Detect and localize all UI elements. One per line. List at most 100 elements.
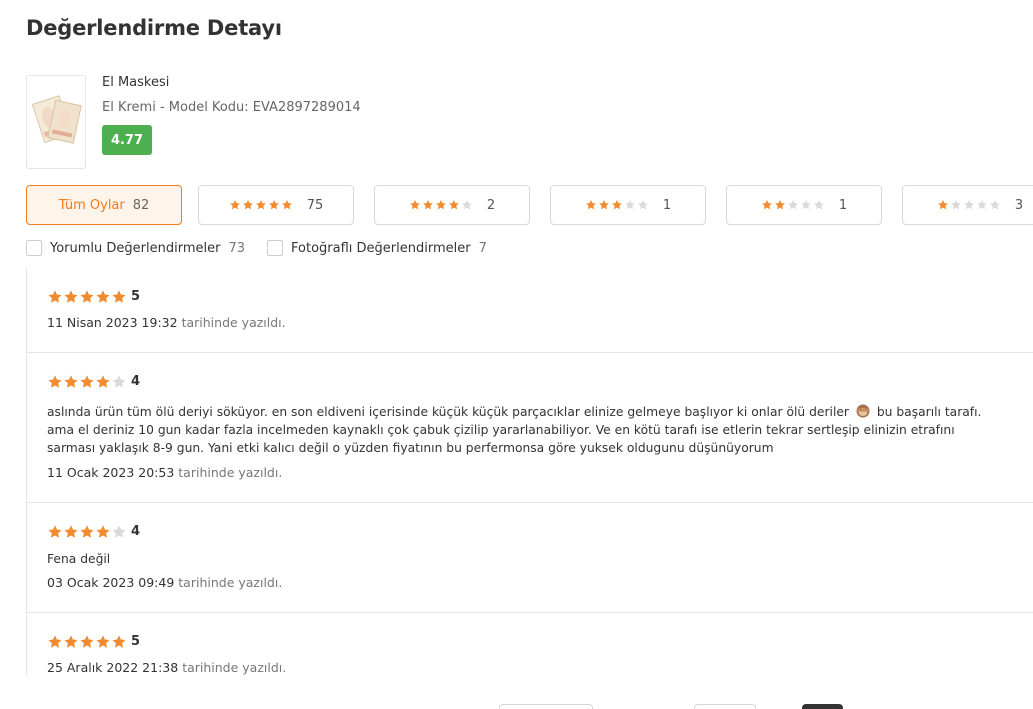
star-filled-icon	[80, 525, 94, 538]
photos-count: 7	[478, 240, 487, 256]
filter-1-star[interactable]: 3	[902, 185, 1033, 225]
star-filled-icon	[585, 200, 596, 210]
filter-with-comments[interactable]: Yorumlu Değerlendirmeler 73	[26, 240, 245, 256]
review-date: 11 Ocak 2023 20:53 tarihinde yazıldı.	[47, 465, 282, 480]
pagination-prev-button[interactable]	[499, 704, 593, 709]
review-date-suffix: tarihinde yazıldı.	[178, 575, 283, 590]
star-filled-icon	[80, 290, 94, 303]
star-filled-icon	[64, 525, 78, 538]
review-star-rating	[47, 634, 127, 650]
star-empty-icon	[624, 200, 635, 210]
review-score: 4	[131, 524, 141, 539]
three-stars-icon	[585, 199, 649, 211]
star-filled-icon	[80, 635, 94, 648]
review-item: 4 aslında ürün tüm ölü deriyi söküyor. e…	[27, 353, 1033, 503]
filter-all-votes[interactable]: Tüm Oylar 82	[26, 185, 182, 225]
review-date-value: 11 Ocak 2023 20:53	[47, 465, 175, 480]
review-score: 5	[131, 634, 141, 649]
star-filled-icon	[64, 290, 78, 303]
star-empty-icon	[112, 525, 126, 538]
star-filled-icon	[96, 525, 110, 538]
star-empty-icon	[461, 200, 472, 210]
star-filled-icon	[774, 200, 785, 210]
star-filled-icon	[611, 200, 622, 210]
comments-checkbox-label: Yorumlu Değerlendirmeler	[50, 240, 221, 256]
review-list: 5 11 Nisan 2023 19:32 tarihinde yazıldı.…	[26, 268, 1033, 675]
four-stars-icon	[409, 199, 473, 211]
review-star-rating	[47, 289, 127, 305]
review-score: 5	[131, 289, 141, 304]
filter-2-stars[interactable]: 1	[726, 185, 882, 225]
filter-1-count: 3	[1014, 197, 1024, 213]
review-star-rating	[47, 374, 127, 390]
review-date: 03 Ocak 2023 09:49 tarihinde yazıldı.	[47, 575, 282, 590]
star-empty-icon	[800, 200, 811, 210]
review-comment-tail: bu başarılı tarafı.	[876, 405, 982, 419]
review-item: 5 25 Aralık 2022 21:38 tarihinde yazıldı…	[27, 613, 1033, 675]
rating-filters: Tüm Oylar 82 75 2 1 1 3	[26, 185, 1033, 225]
two-stars-icon	[761, 199, 825, 211]
review-star-rating	[47, 524, 127, 540]
star-filled-icon	[937, 200, 948, 210]
review-comment-line: ama el deriniz 10 gun kadar fazla incelm…	[47, 423, 955, 437]
star-filled-icon	[409, 200, 420, 210]
filter-5-count: 75	[306, 197, 324, 213]
filter-4-count: 2	[486, 197, 496, 213]
star-filled-icon	[48, 525, 62, 538]
star-filled-icon	[281, 200, 292, 210]
review-date-value: 25 Aralık 2022 21:38	[47, 660, 179, 675]
review-date-suffix: tarihinde yazıldı.	[181, 315, 286, 330]
five-stars-icon	[229, 199, 293, 211]
review-item: 5 11 Nisan 2023 19:32 tarihinde yazıldı.	[27, 268, 1033, 353]
filter-all-count: 82	[132, 197, 150, 213]
review-score: 4	[131, 374, 141, 389]
star-filled-icon	[422, 200, 433, 210]
review-comment-line: sarması yaklaşık 8-9 gun. Yani etki kalı…	[47, 441, 774, 455]
product-name[interactable]: El Maskesi	[102, 75, 169, 90]
star-filled-icon	[96, 375, 110, 388]
star-filled-icon	[229, 200, 240, 210]
star-filled-icon	[242, 200, 253, 210]
filter-with-photos[interactable]: Fotoğraflı Değerlendirmeler 7	[267, 240, 487, 256]
filter-3-count: 1	[662, 197, 672, 213]
photos-checkbox[interactable]	[267, 240, 283, 256]
one-star-icon	[937, 199, 1001, 211]
star-empty-icon	[637, 200, 648, 210]
filter-5-stars[interactable]: 75	[198, 185, 354, 225]
product-image[interactable]	[26, 75, 86, 169]
review-date-value: 03 Ocak 2023 09:49	[47, 575, 175, 590]
filter-3-stars[interactable]: 1	[550, 185, 706, 225]
star-filled-icon	[64, 375, 78, 388]
product-model-code: El Kremi - Model Kodu: EVA2897289014	[102, 100, 361, 115]
comments-count: 73	[228, 240, 245, 256]
star-empty-icon	[112, 375, 126, 388]
comments-checkbox[interactable]	[26, 240, 42, 256]
star-filled-icon	[48, 635, 62, 648]
star-empty-icon	[787, 200, 798, 210]
star-filled-icon	[80, 375, 94, 388]
star-filled-icon	[48, 375, 62, 388]
star-empty-icon	[950, 200, 961, 210]
review-comment-text: aslında ürün tüm ölü deriyi söküyor. en …	[47, 405, 849, 419]
star-filled-icon	[268, 200, 279, 210]
star-empty-icon	[813, 200, 824, 210]
filter-4-stars[interactable]: 2	[374, 185, 530, 225]
star-filled-icon	[96, 635, 110, 648]
star-filled-icon	[96, 290, 110, 303]
star-filled-icon	[598, 200, 609, 210]
star-filled-icon	[435, 200, 446, 210]
filter-2-count: 1	[838, 197, 848, 213]
star-filled-icon	[761, 200, 772, 210]
star-empty-icon	[989, 200, 1000, 210]
pagination-page-button[interactable]	[694, 704, 756, 709]
pagination-active-page[interactable]	[802, 704, 843, 709]
star-filled-icon	[48, 290, 62, 303]
review-date-suffix: tarihinde yazıldı.	[182, 660, 287, 675]
review-comment-line: aslında ürün tüm ölü deriyi söküyor. en …	[47, 403, 981, 421]
photos-checkbox-label: Fotoğraflı Değerlendirmeler	[291, 240, 471, 256]
review-date-suffix: tarihinde yazıldı.	[178, 465, 283, 480]
average-rating-badge: 4.77	[102, 125, 152, 155]
star-filled-icon	[448, 200, 459, 210]
page-title: Değerlendirme Detayı	[26, 16, 282, 40]
review-date: 11 Nisan 2023 19:32 tarihinde yazıldı.	[47, 315, 286, 330]
